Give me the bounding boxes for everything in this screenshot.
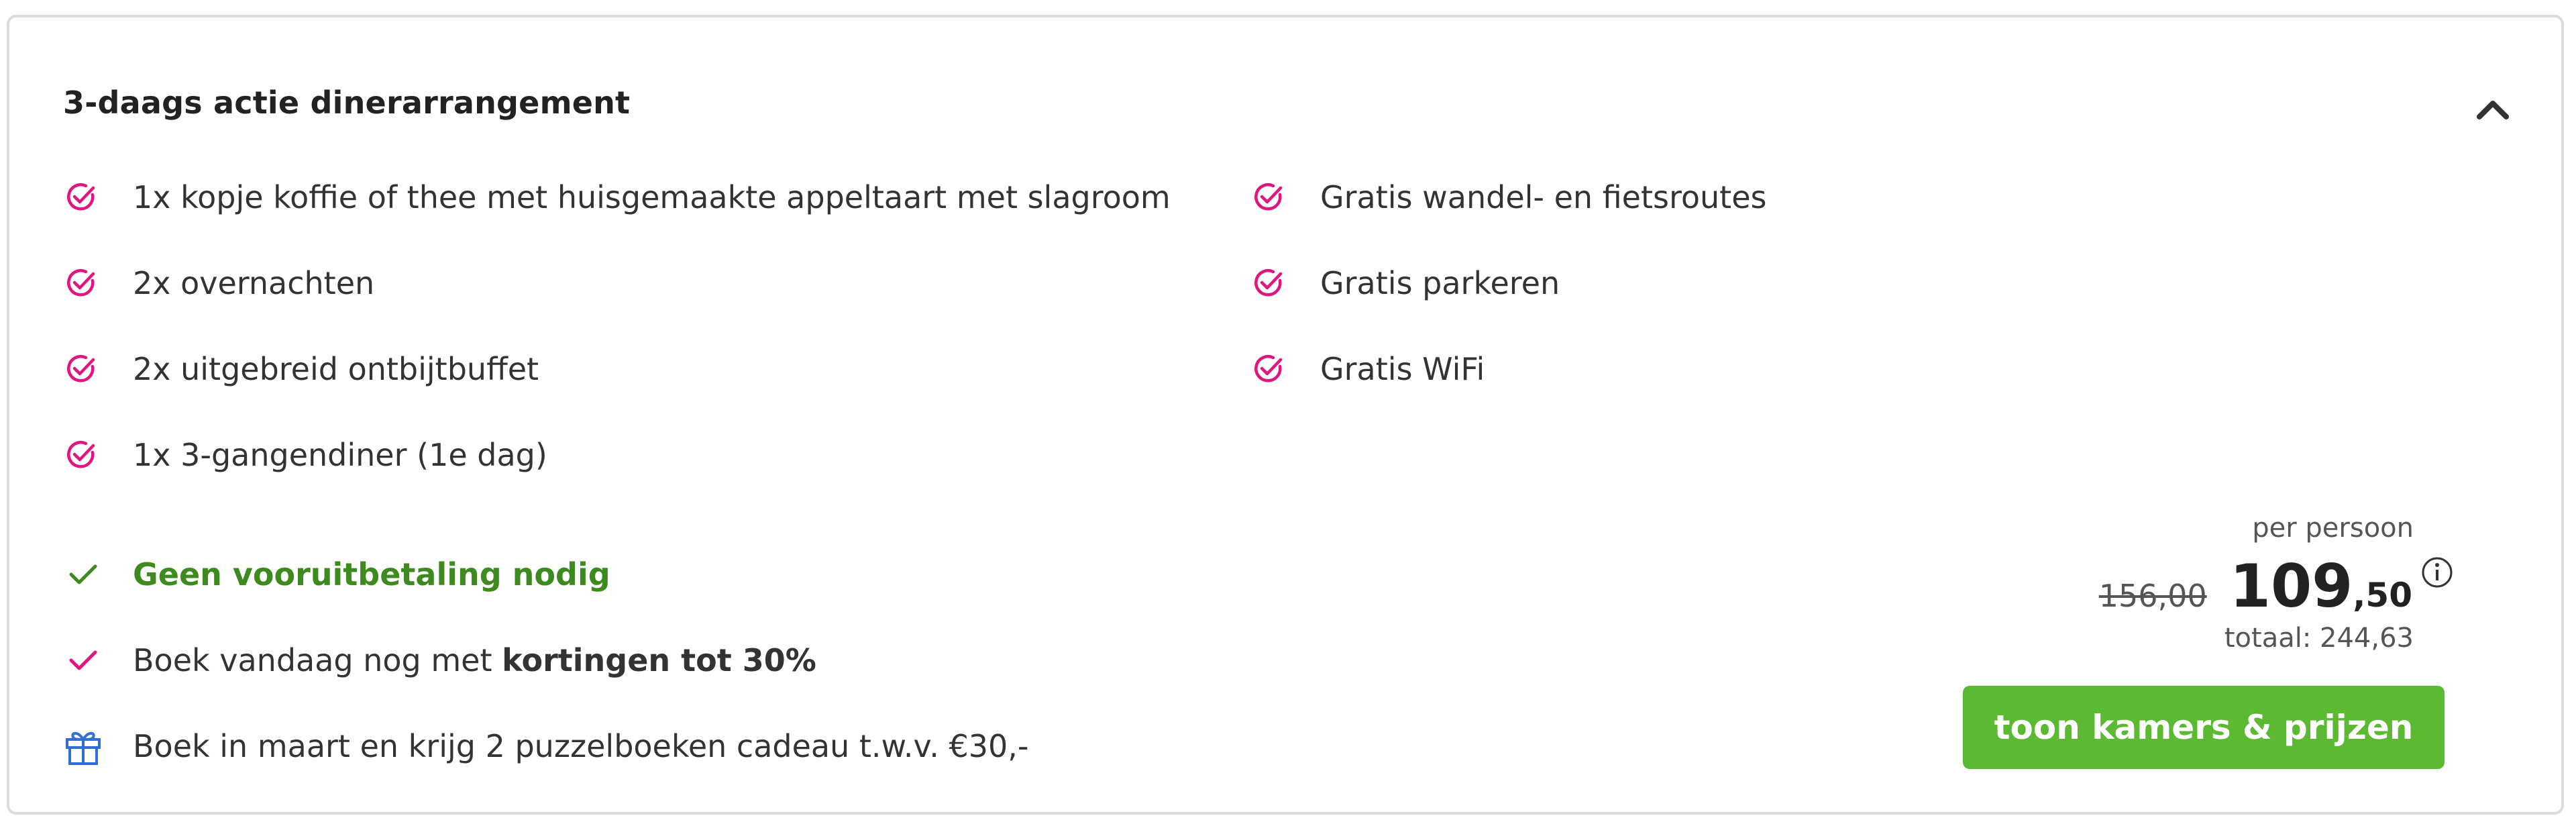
feature-item: Gratis parkeren — [1250, 256, 1560, 310]
show-rooms-button[interactable]: toon kamers & prijzen — [1963, 686, 2445, 769]
feature-item: 1x 3-gangendiner (1e dag) — [63, 428, 547, 482]
check-circle-icon — [67, 441, 95, 468]
checkmark-icon — [63, 640, 103, 680]
new-price-decimals: ,50 — [2353, 576, 2412, 615]
perk-gift: Boek in maart en krijg 2 puzzelboeken ca… — [63, 719, 1028, 773]
old-price: 156,00 — [2098, 578, 2207, 614]
discount-highlight: kortingen tot 30% — [502, 642, 816, 678]
gift-text: Boek in maart en krijg 2 puzzelboeken ca… — [133, 728, 1029, 764]
feature-item: 2x uitgebreid ontbijtbuffet — [63, 342, 539, 396]
perk-no-prepayment: Geen vooruitbetaling nodig — [63, 548, 610, 601]
price-row: 156,00 109 ,50 — [2098, 552, 2454, 621]
no-prepayment-text: Geen vooruitbetaling nodig — [133, 556, 610, 593]
gift-icon — [63, 726, 103, 766]
checkmark-icon — [63, 554, 103, 595]
feature-label: 2x uitgebreid ontbijtbuffet — [133, 351, 539, 387]
chevron-up-icon — [2477, 101, 2509, 119]
info-icon[interactable] — [2420, 556, 2454, 589]
check-circle-icon — [67, 183, 95, 211]
perk-discount: Boek vandaag nog met kortingen tot 30% — [63, 633, 816, 687]
feature-item: 2x overnachten — [63, 256, 374, 310]
package-card: 3-daags actie dinerarrangement 1x kopje … — [7, 15, 2564, 815]
feature-label: 1x kopje koffie of thee met huisgemaakte… — [133, 179, 1171, 215]
feature-label: Gratis wandel- en fietsroutes — [1320, 179, 1767, 215]
discount-text: Boek vandaag nog met kortingen tot 30% — [133, 642, 816, 678]
price-block: per persoon 156,00 109 ,50 totaal: 244,6… — [1984, 507, 2454, 668]
check-circle-icon — [1254, 355, 1283, 382]
feature-item: Gratis WiFi — [1250, 342, 1485, 396]
package-title: 3-daags actie dinerarrangement — [63, 85, 631, 121]
per-person-label: per persoon — [2252, 513, 2414, 544]
check-circle-icon — [67, 355, 95, 382]
check-circle-icon — [67, 269, 95, 297]
feature-label: Gratis WiFi — [1320, 351, 1485, 387]
check-circle-icon — [1254, 183, 1283, 211]
feature-label: Gratis parkeren — [1320, 265, 1560, 301]
check-circle-icon — [1254, 269, 1283, 297]
feature-label: 2x overnachten — [133, 265, 375, 301]
new-price-integer: 109 — [2229, 552, 2353, 621]
feature-item: Gratis wandel- en fietsroutes — [1250, 170, 1766, 224]
discount-prefix: Boek vandaag nog met — [133, 642, 502, 678]
collapse-button[interactable] — [2466, 82, 2520, 136]
feature-label: 1x 3-gangendiner (1e dag) — [133, 437, 547, 473]
feature-item: 1x kopje koffie of thee met huisgemaakte… — [63, 170, 1171, 224]
total-price: totaal: 244,63 — [2224, 623, 2414, 654]
